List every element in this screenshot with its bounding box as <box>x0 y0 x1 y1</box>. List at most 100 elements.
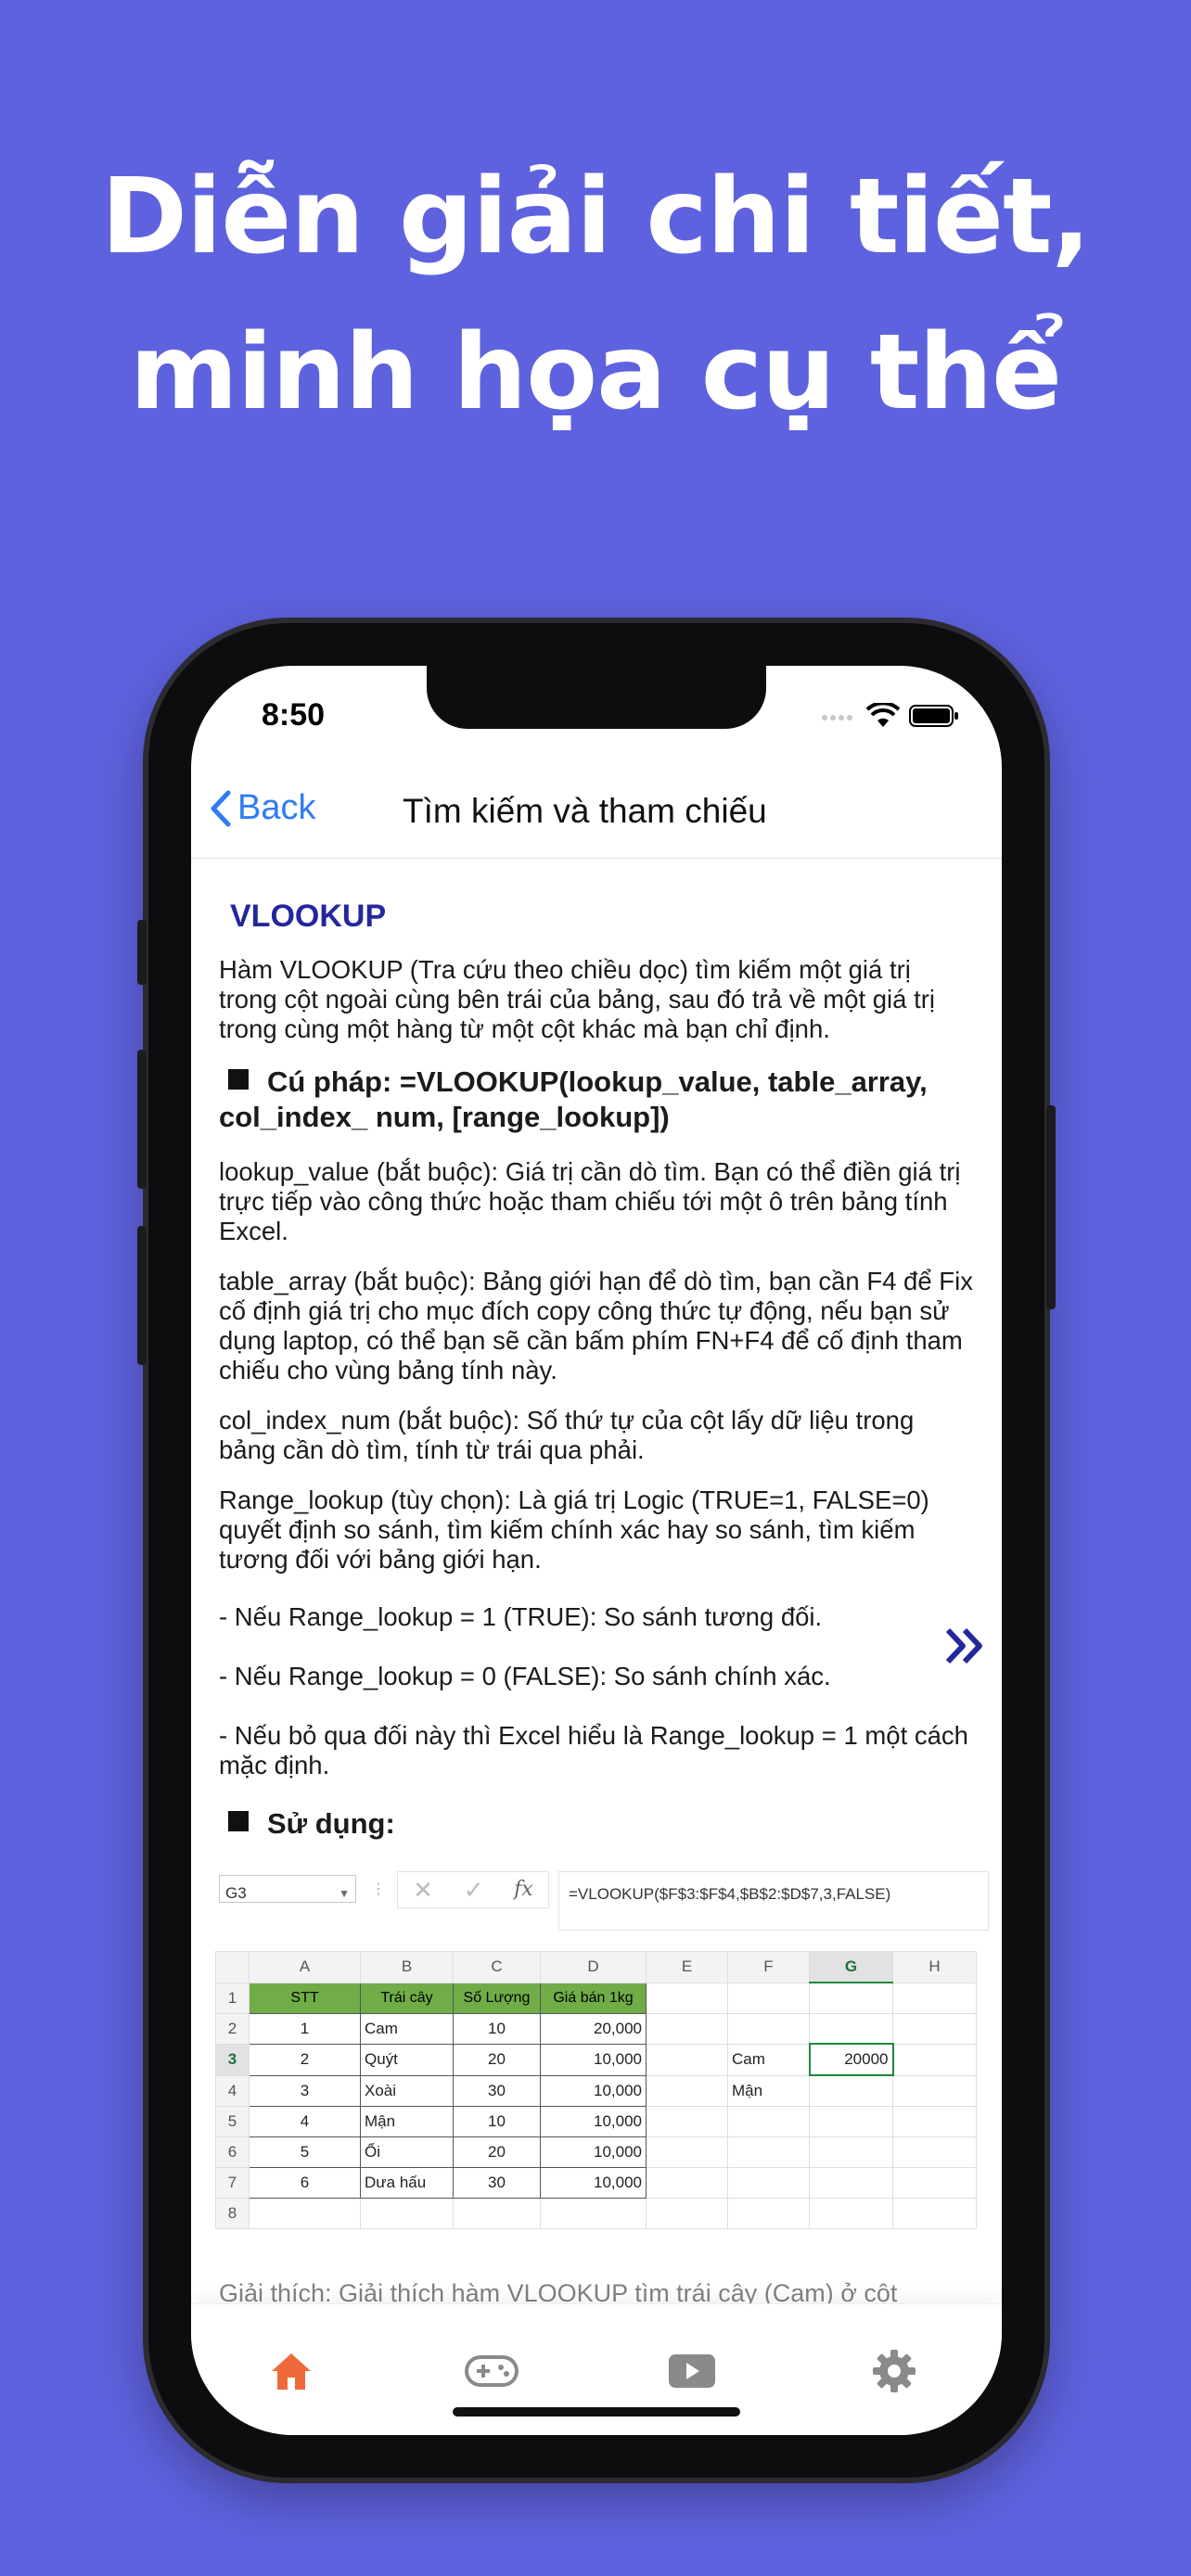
phone-frame: 8:50 Back Tìm kiếm và tham chiếu VLOOKUP… <box>137 623 1056 2478</box>
cell: 1 <box>249 2012 361 2045</box>
headline: Diễn giải chi tiết, minh họa cụ thể <box>0 139 1191 451</box>
cell <box>892 2012 977 2045</box>
cell: Quýt <box>360 2043 454 2076</box>
cell: 10 <box>453 2105 541 2137</box>
signal-icon <box>822 715 852 721</box>
cell: STT <box>249 1982 361 2014</box>
cell <box>809 2166 893 2199</box>
cell: Giá bán 1kg <box>540 1982 647 2014</box>
cell <box>809 2012 893 2045</box>
note-default: - Nếu bỏ qua đối này thì Excel hiểu là R… <box>219 1721 968 1779</box>
formula-buttons: ✕ ✓ fx <box>397 1871 549 1908</box>
cell <box>892 2105 977 2137</box>
column-header: H <box>892 1951 977 1983</box>
cell <box>892 2166 977 2199</box>
cell <box>892 2197 977 2229</box>
tab-settings[interactable] <box>866 2343 922 2399</box>
cell <box>892 1982 977 2014</box>
cell: 2 <box>249 2043 361 2076</box>
bullet-square-icon <box>228 1811 249 1831</box>
cell: Dưa hấu <box>360 2166 454 2199</box>
table-row: 4 3 Xoài 30 10,000 Mận <box>215 2074 977 2107</box>
cell: Trái cây <box>360 1982 454 2014</box>
table-row: 2 1 Cam 10 20,000 <box>215 2012 977 2045</box>
cell <box>892 2043 977 2076</box>
tab-home[interactable] <box>263 2343 319 2399</box>
dropdown-icon: ▼ <box>339 1887 350 1900</box>
cell <box>646 2043 728 2076</box>
usage-heading-text: Sử dụng: <box>267 1807 395 1840</box>
cell: Xoài <box>360 2074 454 2107</box>
param-lookup-value: lookup_value (bắt buộc): Giá trị cần dò … <box>219 1157 961 1245</box>
column-header: A <box>249 1951 361 1983</box>
cell: Cam <box>727 2043 810 2076</box>
param-table-array: table_array (bắt buộc): Bảng giới hạn để… <box>219 1267 973 1384</box>
cell <box>646 2197 728 2229</box>
param-range-lookup: Range_lookup (tùy chọn): Là giá trị Logi… <box>219 1486 929 1574</box>
table-row: 5 4 Mận 10 10,000 <box>215 2105 977 2137</box>
headline-line-1: Diễn giải chi tiết, <box>100 157 1091 277</box>
back-button[interactable]: Back <box>208 788 315 828</box>
cell: Mận <box>360 2105 454 2137</box>
cell <box>809 2197 893 2229</box>
formula-bar: G3 ▼ ⋮ ✕ ✓ fx =VLOOKUP($F$3:$F$4,$B$2:$D$… <box>215 1864 989 1931</box>
next-page-button[interactable] <box>944 1626 987 1670</box>
cell: 30 <box>453 2074 541 2107</box>
tab-games[interactable] <box>464 2343 519 2399</box>
column-header: F <box>727 1951 810 1983</box>
cell <box>646 2166 728 2199</box>
double-chevron-right-icon <box>945 1627 982 1664</box>
row-header: 4 <box>215 2074 250 2107</box>
chevron-left-icon <box>211 790 231 826</box>
spreadsheet-grid: A B C D E F G H 1 STT Trái cây Số Lượng … <box>215 1951 977 2229</box>
cell: 10,000 <box>540 2043 647 2076</box>
column-header: D <box>540 1951 647 1983</box>
cell <box>540 2197 647 2229</box>
cell <box>727 2197 810 2229</box>
screen: 8:50 Back Tìm kiếm và tham chiếu VLOOKUP… <box>191 666 1002 2435</box>
cell <box>727 1982 810 2014</box>
row-header: 3 <box>215 2043 250 2076</box>
cell: 20,000 <box>540 2012 647 2045</box>
cell <box>646 2105 728 2137</box>
cell: Cam <box>360 2012 454 2045</box>
cell <box>809 2074 893 2107</box>
row-header: 6 <box>215 2136 250 2168</box>
cell <box>727 2105 810 2137</box>
syntax-heading-text: Cú pháp: =VLOOKUP(lookup_value, table_ar… <box>219 1065 928 1133</box>
tab-videos[interactable] <box>664 2343 720 2399</box>
status-icons <box>820 703 959 729</box>
cell: Số Lượng <box>453 1982 541 2014</box>
hidden-text-peek: Giải thích: Giải thích hàm VLOOKUP tìm t… <box>219 2279 898 2303</box>
cell: 10,000 <box>540 2074 647 2107</box>
page-title: Tìm kiếm và tham chiếu <box>403 792 767 830</box>
column-header: G <box>809 1951 893 1983</box>
cell: 6 <box>249 2166 361 2199</box>
cell <box>892 2074 977 2107</box>
note-true: - Nếu Range_lookup = 1 (TRUE): So sánh t… <box>219 1602 823 1631</box>
gamepad-icon <box>465 2355 519 2387</box>
notch <box>427 666 766 729</box>
article-title: VLOOKUP <box>230 899 387 934</box>
more-icon: ⋮ <box>371 1881 386 1897</box>
home-indicator[interactable] <box>453 2407 740 2417</box>
play-video-icon <box>669 2354 715 2388</box>
cell <box>646 2136 728 2168</box>
note-false: - Nếu Range_lookup = 0 (FALSE): So sánh … <box>219 1662 831 1690</box>
column-header: E <box>646 1951 728 1983</box>
table-row: 3 2 Quýt 20 10,000 Cam 20000 <box>215 2043 977 2076</box>
column-header-row: A B C D E F G H <box>215 1951 977 1983</box>
cell: Ổi <box>360 2136 454 2168</box>
navigation-bar: Back Tìm kiếm và tham chiếu <box>191 768 1002 859</box>
spreadsheet-image: G3 ▼ ⋮ ✕ ✓ fx =VLOOKUP($F$3:$F$4,$B$2:$D$… <box>215 1864 989 2229</box>
table-row: 6 5 Ổi 20 10,000 <box>215 2136 977 2168</box>
corner-cell <box>215 1951 250 1983</box>
name-box: G3 ▼ <box>219 1875 356 1903</box>
usage-heading: Sử dụng: <box>219 1806 974 1842</box>
intro-paragraph: Hàm VLOOKUP (Tra cứu theo chiều dọc) tìm… <box>219 955 936 1043</box>
cell <box>727 2136 810 2168</box>
wifi-icon <box>866 703 900 727</box>
article-content[interactable]: VLOOKUP Hàm VLOOKUP (Tra cứu theo chiều … <box>191 861 1002 2307</box>
cell: 4 <box>249 2105 361 2137</box>
column-header: C <box>453 1951 541 1983</box>
